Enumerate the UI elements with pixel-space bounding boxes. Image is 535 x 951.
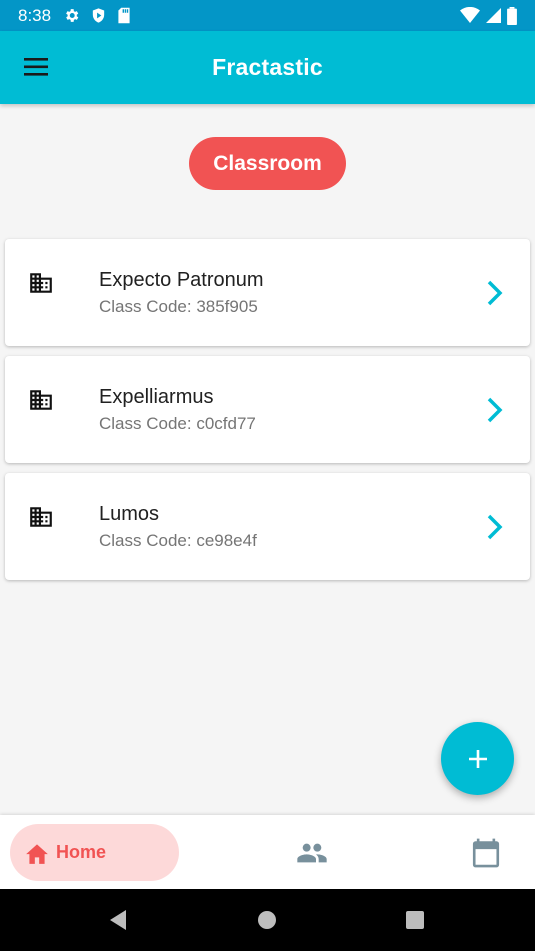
chevron-right-icon[interactable] <box>486 279 504 307</box>
home-circle-icon[interactable] <box>257 910 277 930</box>
class-name: Expelliarmus <box>99 386 214 408</box>
people-icon[interactable] <box>296 837 328 869</box>
settings-icon <box>66 9 79 22</box>
building-icon <box>30 390 52 410</box>
cell-signal-icon <box>486 8 501 23</box>
app-title: Fractastic <box>212 54 323 80</box>
add-class-button[interactable] <box>441 722 514 795</box>
back-icon[interactable] <box>107 909 129 931</box>
building-icon <box>30 273 52 293</box>
plus-icon <box>468 749 487 768</box>
class-name: Expecto Patronum <box>99 269 264 291</box>
class-code: Class Code: c0cfd77 <box>99 414 256 433</box>
menu-icon[interactable] <box>24 56 50 78</box>
class-list: Expecto Patronum Class Code: 385f905 Exp… <box>5 239 530 590</box>
recents-icon[interactable] <box>405 910 425 930</box>
chevron-right-icon[interactable] <box>486 396 504 424</box>
nav-home[interactable]: Home <box>10 824 179 881</box>
home-icon <box>26 843 48 864</box>
system-nav-bar <box>0 889 535 951</box>
nav-home-label: Home <box>56 842 107 862</box>
shield-play-icon <box>92 8 105 23</box>
chevron-right-icon[interactable] <box>486 513 504 541</box>
bottom-nav: Home <box>0 815 535 889</box>
class-code: Class Code: ce98e4f <box>99 531 257 550</box>
status-icons-right <box>460 6 517 25</box>
classroom-chip: Classroom <box>189 137 346 190</box>
class-card[interactable]: Expecto Patronum Class Code: 385f905 <box>5 239 530 346</box>
status-bar: 8:38 <box>0 0 535 31</box>
battery-icon <box>507 6 517 25</box>
sd-card-icon <box>118 7 130 24</box>
class-name: Lumos <box>99 503 160 525</box>
calendar-icon[interactable] <box>470 836 502 870</box>
status-icons-left <box>63 7 131 24</box>
class-code: Class Code: 385f905 <box>99 297 258 316</box>
app-bar: Fractastic <box>0 31 535 104</box>
class-card[interactable]: Expelliarmus Class Code: c0cfd77 <box>5 356 530 463</box>
building-icon <box>30 507 52 527</box>
wifi-icon <box>460 7 480 23</box>
class-card[interactable]: Lumos Class Code: ce98e4f <box>5 473 530 580</box>
status-time: 8:38 <box>18 5 52 25</box>
